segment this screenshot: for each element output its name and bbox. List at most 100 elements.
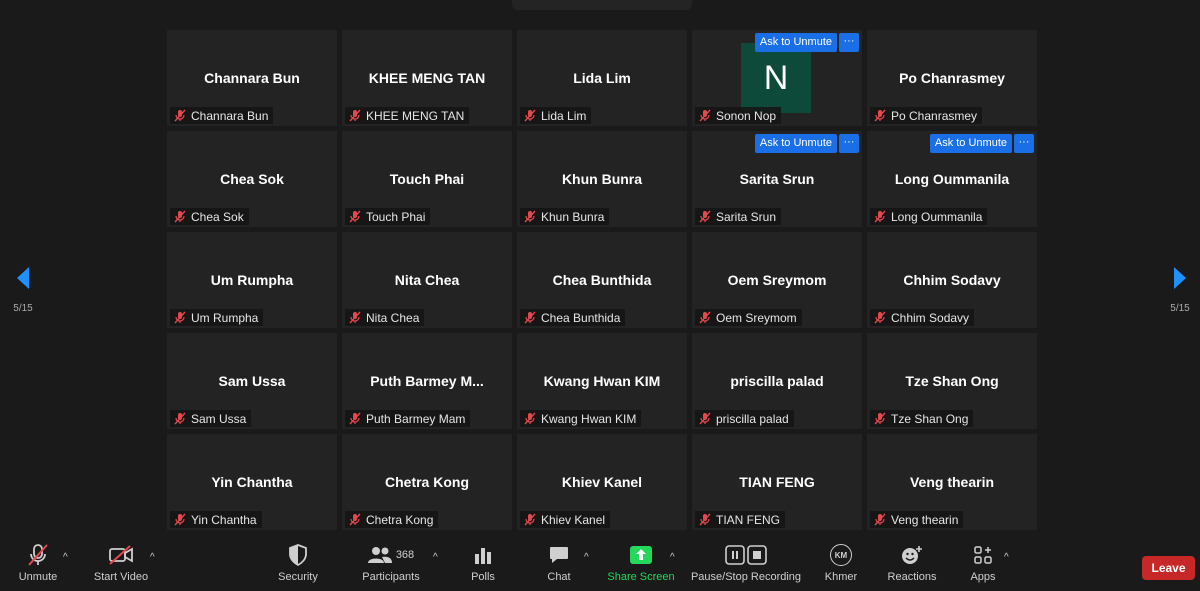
participant-tile[interactable]: Sam Ussa Sam Ussa (167, 333, 337, 429)
polls-button[interactable]: Polls (466, 540, 500, 591)
participant-tile[interactable]: Po Chanrasmey Po Chanrasmey (867, 30, 1037, 126)
participant-tile[interactable]: Chetra Kong Chetra Kong (342, 434, 512, 530)
participant-name: Kwang Hwan KIM (543, 373, 661, 389)
participant-tile[interactable]: Chea Bunthida Chea Bunthida (517, 232, 687, 328)
participant-tile[interactable]: Yin Chantha Yin Chantha (167, 434, 337, 530)
participant-name: Chea Bunthida (552, 272, 652, 288)
reactions-button[interactable]: Reactions (886, 540, 938, 591)
microphone-muted-icon (349, 210, 361, 223)
participant-tile[interactable]: KHEE MENG TAN KHEE MENG TAN (342, 30, 512, 126)
share-screen-button[interactable]: Share Screen (607, 540, 675, 591)
pause-stop-recording-button[interactable]: Pause/Stop Recording (691, 540, 801, 591)
ask-to-unmute-button[interactable]: Ask to Unmute (929, 134, 1012, 153)
participant-label-text: Chhim Sodavy (891, 310, 970, 325)
participant-label: Khun Bunra (520, 208, 610, 225)
video-gallery: Channara Bun Channara Bun KHEE MENG TAN KHE… (167, 30, 1038, 530)
next-page-button[interactable]: 5/15 (1165, 266, 1195, 314)
participant-label-text: Yin Chantha (191, 512, 257, 527)
security-button[interactable]: Security (275, 540, 321, 591)
participant-tile[interactable]: Chhim Sodavy Chhim Sodavy (867, 232, 1037, 328)
participant-name: Channara Bun (204, 70, 300, 86)
shield-icon (289, 544, 307, 566)
participant-label: Chea Sok (170, 208, 249, 225)
participant-label: Kwang Hwan KIM (520, 410, 642, 427)
ask-to-unmute-button[interactable]: Ask to Unmute (754, 33, 837, 52)
participant-label-text: Chea Sok (191, 209, 244, 224)
microphone-muted-icon (349, 109, 361, 122)
participant-tile[interactable]: Channara Bun Channara Bun (167, 30, 337, 126)
chat-button[interactable]: Chat (543, 540, 575, 591)
participants-button[interactable]: 368 Participants (360, 540, 422, 591)
microphone-muted-icon (699, 311, 711, 324)
microphone-muted-icon (524, 412, 536, 425)
participant-label-text: Channara Bun (191, 108, 269, 123)
video-options-caret[interactable]: ^ (150, 552, 155, 563)
participant-label-text: Oem Sreymom (716, 310, 797, 325)
microphone-muted-icon (874, 210, 886, 223)
more-options-button[interactable]: ··· (839, 33, 859, 52)
participant-tile[interactable]: Um Rumpha Um Rumpha (167, 232, 337, 328)
participant-tile[interactable]: Khiev Kanel Khiev Kanel (517, 434, 687, 530)
participant-tile[interactable]: priscilla palad priscilla palad (692, 333, 862, 429)
participants-options-caret[interactable]: ^ (433, 552, 438, 563)
participant-tile[interactable]: Veng thearin Veng thearin (867, 434, 1037, 530)
participant-tile[interactable]: Nita Chea Nita Chea (342, 232, 512, 328)
language-interpretation-button[interactable]: KM Khmer (823, 540, 859, 591)
participant-label: Chetra Kong (345, 511, 439, 528)
participant-label-text: Puth Barmey Mam (366, 411, 466, 426)
audio-options-caret[interactable]: ^ (63, 552, 68, 563)
participant-name: Lida Lim (573, 70, 631, 86)
participant-name: priscilla palad (730, 373, 824, 389)
participant-tile[interactable]: Kwang Hwan KIM Kwang Hwan KIM (517, 333, 687, 429)
participant-name: Sarita Srun (739, 171, 815, 187)
participant-tile[interactable]: Lida Lim Lida Lim (517, 30, 687, 126)
participant-tile[interactable]: Chea Sok Chea Sok (167, 131, 337, 227)
participant-name: Sam Ussa (218, 373, 286, 389)
meeting-info-handle[interactable] (512, 0, 692, 10)
participant-label: Sonon Nop (695, 107, 782, 124)
more-options-button[interactable]: ··· (839, 134, 859, 153)
previous-page-button[interactable]: 5/15 (8, 266, 38, 314)
participant-name: KHEE MENG TAN (368, 70, 486, 86)
participant-label-text: Chetra Kong (366, 512, 434, 527)
participant-label-text: KHEE MENG TAN (366, 108, 465, 123)
participant-name: Chhim Sodavy (903, 272, 1001, 288)
participant-name: Veng thearin (909, 474, 995, 490)
participant-tile[interactable]: Touch Phai Touch Phai (342, 131, 512, 227)
microphone-muted-icon (174, 513, 186, 526)
participant-name: Yin Chantha (211, 474, 293, 490)
participant-tile[interactable]: Long Oummanila Ask to Unmute ··· Long Oumma… (867, 131, 1037, 227)
participant-tile[interactable]: Puth Barmey M... Puth Barmey Mam (342, 333, 512, 429)
participant-tile[interactable]: N Ask to Unmute ··· Sonon Nop (692, 30, 862, 126)
participant-label: Nita Chea (345, 309, 425, 326)
chat-options-caret[interactable]: ^ (584, 552, 589, 563)
participant-label: Yin Chantha (170, 511, 262, 528)
apps-grid-icon (974, 546, 992, 564)
pause-stop-recording-icon (725, 545, 767, 565)
microphone-muted-icon (524, 109, 536, 122)
microphone-muted-icon (349, 513, 361, 526)
participant-label: priscilla palad (695, 410, 794, 427)
participant-label: Um Rumpha (170, 309, 264, 326)
ask-to-unmute-button[interactable]: Ask to Unmute (754, 134, 837, 153)
participant-label-text: Khiev Kanel (541, 512, 606, 527)
participant-tile[interactable]: Khun Bunra Khun Bunra (517, 131, 687, 227)
participant-name: Puth Barmey M... (370, 373, 484, 389)
participant-tile[interactable]: Tze Shan Ong Tze Shan Ong (867, 333, 1037, 429)
more-options-button[interactable]: ··· (1014, 134, 1034, 153)
participant-name: TIAN FENG (739, 474, 815, 490)
unmute-button[interactable]: Unmute (14, 540, 62, 591)
participant-tile[interactable]: TIAN FENG TIAN FENG (692, 434, 862, 530)
apps-button[interactable]: Apps (966, 540, 1000, 591)
share-options-caret[interactable]: ^ (670, 552, 675, 563)
participant-label: Tze Shan Ong (870, 410, 974, 427)
participant-label-text: Nita Chea (366, 310, 420, 325)
microphone-muted-icon (349, 311, 361, 324)
participant-tile[interactable]: Oem Sreymom Oem Sreymom (692, 232, 862, 328)
participant-tile[interactable]: Sarita Srun Ask to Unmute ··· Sarita Srun (692, 131, 862, 227)
apps-options-caret[interactable]: ^ (1004, 552, 1009, 563)
participant-label: Lida Lim (520, 107, 592, 124)
avatar: N (741, 43, 811, 113)
leave-button[interactable]: Leave (1142, 556, 1195, 580)
start-video-button[interactable]: Start Video (92, 540, 150, 591)
